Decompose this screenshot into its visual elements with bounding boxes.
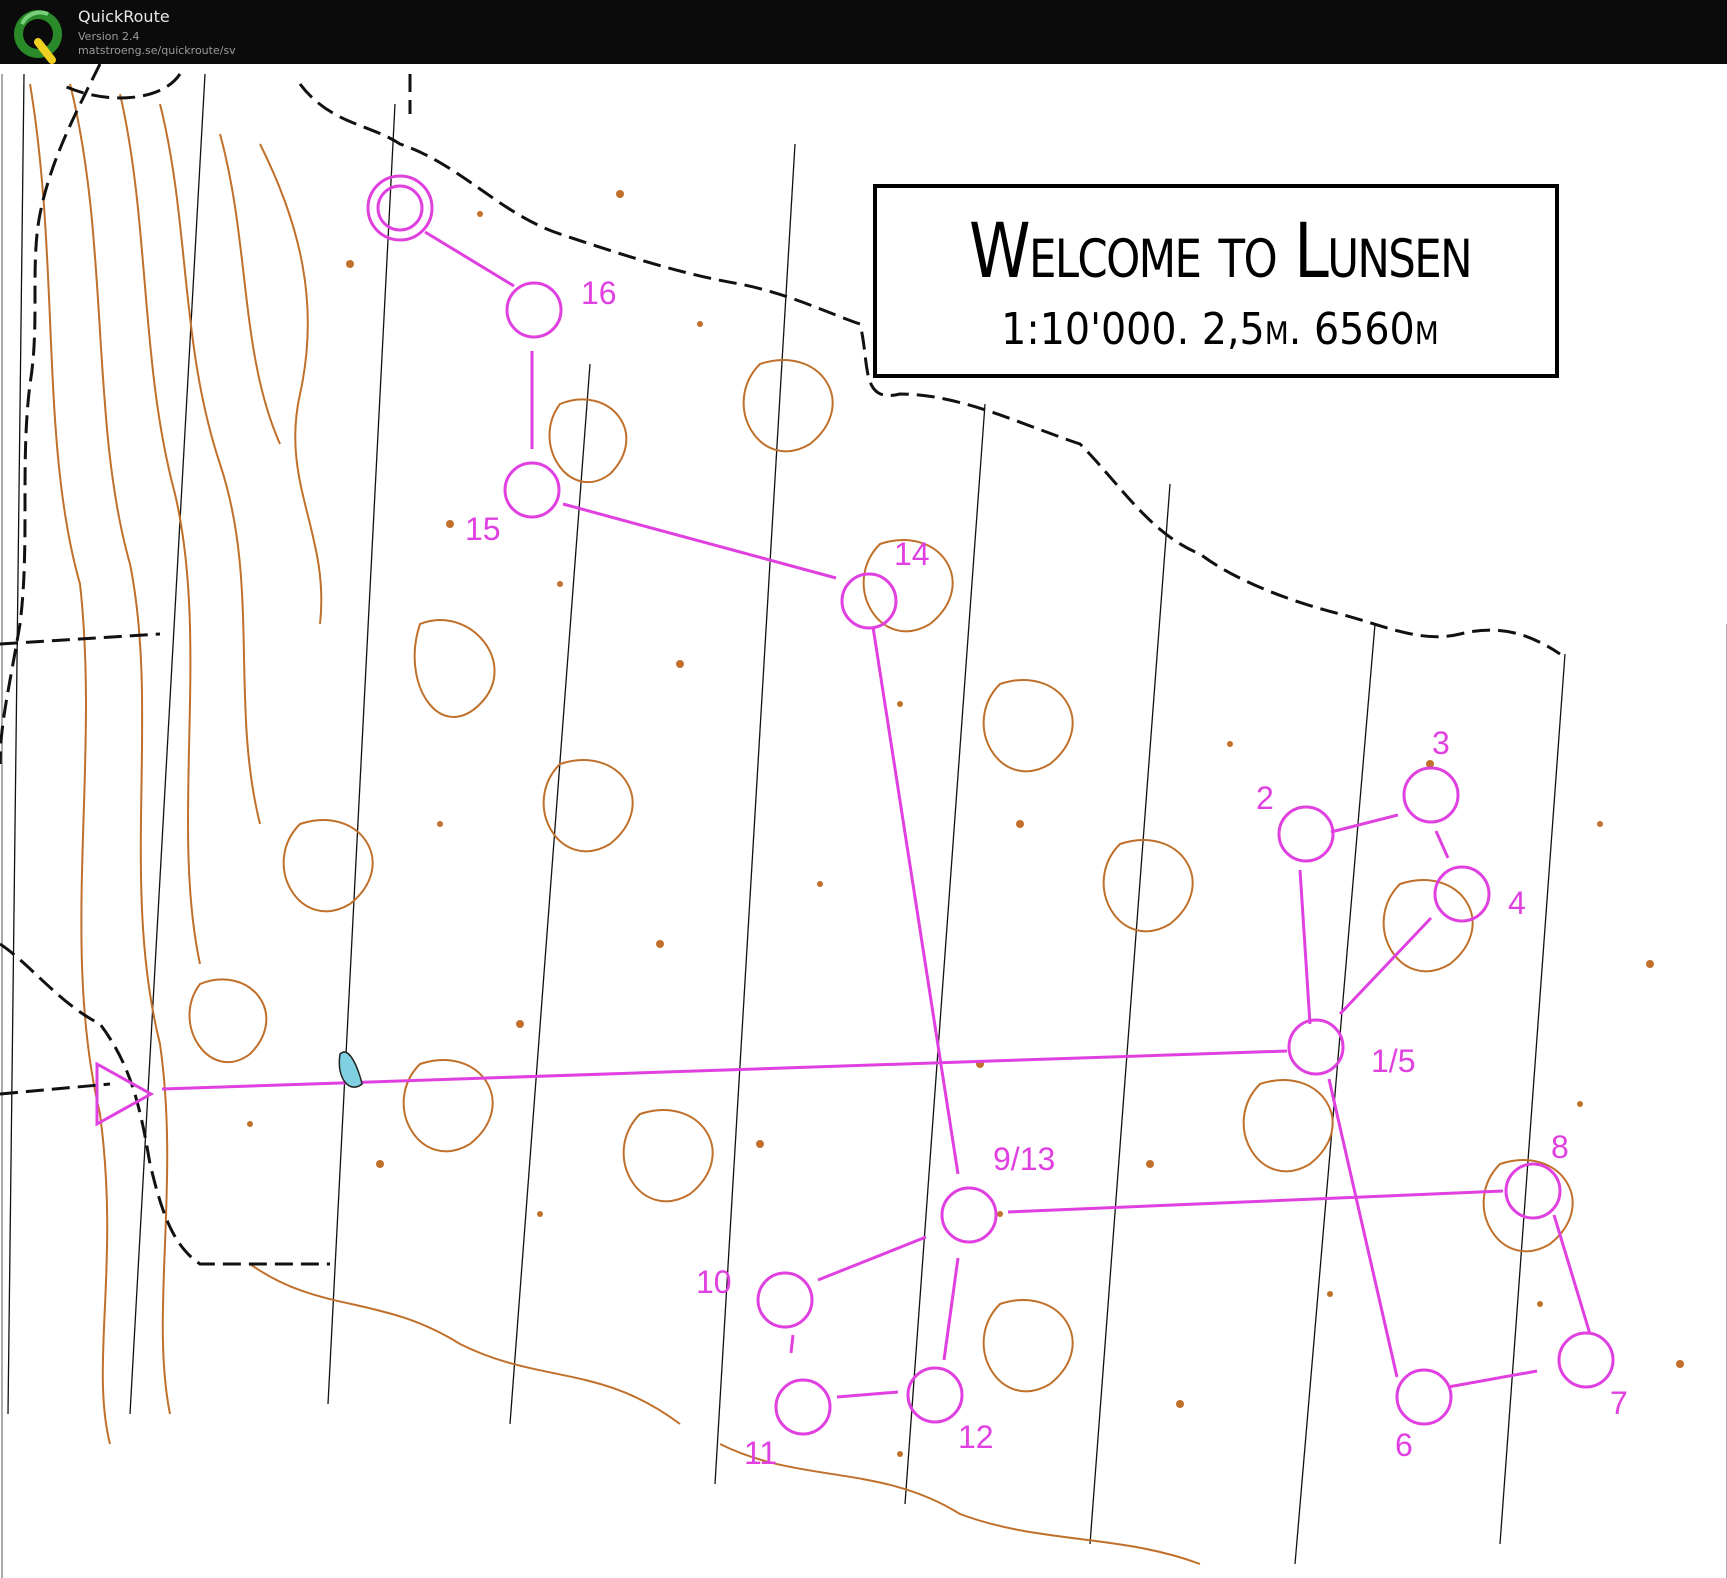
control-label-1-5: 1/5 [1371, 1043, 1415, 1079]
control-label-12: 12 [958, 1419, 994, 1455]
control-label-6: 6 [1395, 1427, 1413, 1463]
control-circle-14[interactable] [840, 572, 898, 630]
app-name: QuickRoute [78, 7, 170, 26]
control-circle-10[interactable] [756, 1271, 814, 1329]
control-circle-12[interactable] [906, 1366, 964, 1424]
control-circle-15[interactable] [503, 461, 561, 519]
control-label-8: 8 [1551, 1129, 1569, 1165]
course-lines [161, 230, 1592, 1399]
control-label-16: 16 [581, 275, 617, 311]
app-version: Version 2.4 [78, 30, 140, 43]
control-circle-6[interactable] [1395, 1368, 1453, 1426]
control-label-10: 10 [696, 1264, 732, 1300]
map-title-box: Welcome to Lunsen 1:10'000. 2,5m. 6560m [873, 184, 1559, 378]
control-circle-9-13[interactable] [940, 1186, 998, 1244]
control-label-2: 2 [1256, 780, 1274, 816]
control-label-7: 7 [1610, 1385, 1628, 1421]
control-label-15: 15 [465, 511, 501, 547]
control-circle-4[interactable] [1433, 865, 1491, 923]
control-label-3: 3 [1432, 725, 1450, 761]
control-circle-7[interactable] [1557, 1331, 1615, 1389]
quickroute-q-logo-icon [14, 10, 62, 64]
map-subtitle: 1:10'000. 2,5m. 6560m [1001, 304, 1439, 355]
control-circle-16[interactable] [505, 281, 563, 339]
control-circle-8[interactable] [1504, 1162, 1562, 1220]
app-url[interactable]: matstroeng.se/quickroute/sv [78, 44, 236, 57]
map-title: Welcome to Lunsen [969, 206, 1473, 295]
control-label-9-13: 9/13 [993, 1141, 1055, 1177]
control-label-4: 4 [1508, 885, 1526, 921]
start-triangle[interactable] [95, 1061, 155, 1127]
control-labels: 16 15 14 9/13 10 11 12 1/5 2 3 4 6 7 8 [465, 275, 1628, 1471]
control-circle-11[interactable] [774, 1378, 832, 1436]
control-label-14: 14 [894, 536, 930, 572]
control-circle-2[interactable] [1277, 805, 1335, 863]
control-circle-1-5[interactable] [1287, 1018, 1345, 1076]
terrain-dots [247, 190, 1684, 1457]
finish-circle[interactable] [366, 174, 434, 242]
app-titlebar: QuickRoute Version 2.4 matstroeng.se/qui… [0, 0, 1727, 64]
control-circle-3[interactable] [1402, 766, 1460, 824]
orienteering-map[interactable]: 16 15 14 9/13 10 11 12 1/5 2 3 4 6 7 8 W… [0, 64, 1727, 1578]
control-label-11: 11 [744, 1435, 777, 1471]
